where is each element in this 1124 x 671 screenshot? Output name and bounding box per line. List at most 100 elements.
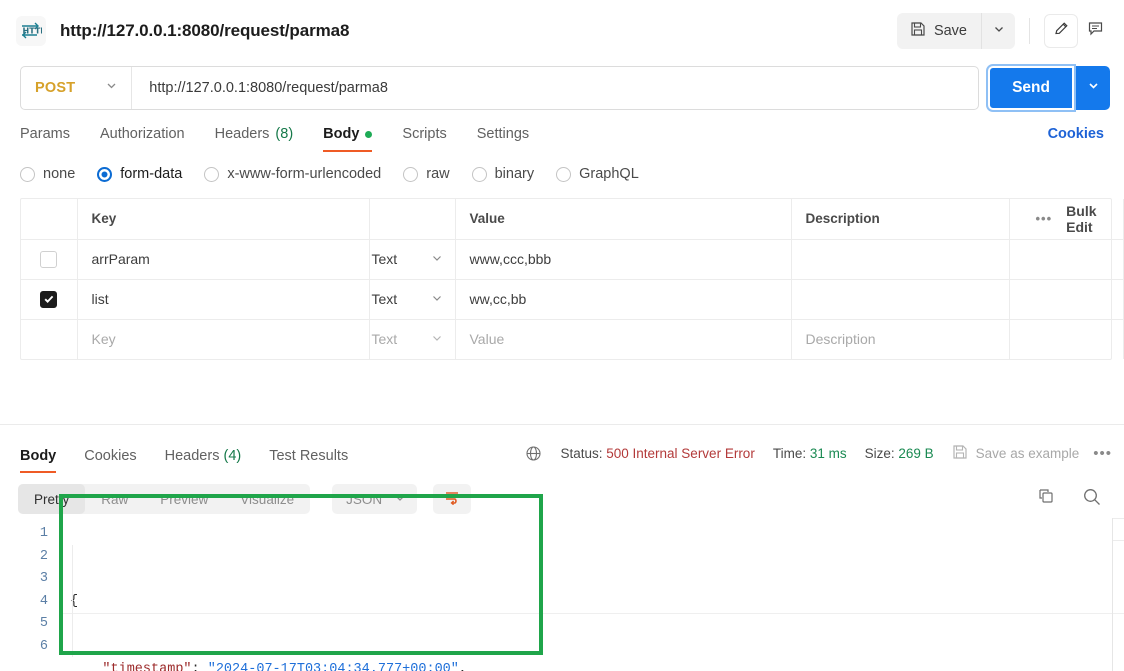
radio-raw[interactable]: raw: [403, 166, 450, 182]
comment-icon: [1087, 20, 1104, 42]
row-checkbox-cell[interactable]: [21, 279, 78, 320]
status-label: Status:: [560, 445, 603, 461]
response-tab-test-results[interactable]: Test Results: [269, 448, 348, 473]
svg-text:HTTP: HTTP: [23, 27, 43, 36]
response-tab-cookies[interactable]: Cookies: [84, 448, 136, 473]
radio-graphql-indicator: [556, 166, 572, 182]
tab-body[interactable]: Body: [323, 126, 373, 152]
response-tab-headers-label: Headers: [164, 448, 220, 464]
pencil-icon: [1053, 20, 1070, 42]
code-right-rule: [1112, 518, 1113, 671]
view-mode-pretty[interactable]: Pretty: [18, 484, 86, 514]
cookies-link[interactable]: Cookies: [1048, 126, 1104, 152]
chevron-down-icon: [431, 331, 443, 347]
table-row: list Text ww,cc,bb: [21, 279, 1124, 320]
search-icon[interactable]: [1082, 487, 1102, 512]
row-type-cell-arrparam[interactable]: Text: [369, 239, 456, 280]
code-line-1: {: [60, 591, 1124, 614]
response-more-ellipsis-icon[interactable]: •••: [1093, 445, 1112, 462]
line-number: 3: [39, 571, 48, 586]
row-type-select-list[interactable]: Text: [370, 291, 455, 307]
copy-icon[interactable]: [1037, 487, 1056, 511]
row-type-cell-list[interactable]: Text: [369, 279, 456, 320]
response-status: Status: 500 Internal Server Error: [560, 446, 754, 461]
save-button[interactable]: Save: [897, 13, 981, 49]
response-meta: Status: 500 Internal Server Error Time: …: [525, 444, 1112, 463]
line-number: 4: [39, 593, 48, 609]
size-value: 269 B: [898, 445, 934, 461]
radio-x-www-form-urlencoded[interactable]: x-www-form-urlencoded: [204, 166, 381, 182]
send-button-group: Send: [986, 64, 1110, 112]
row-key-arrparam[interactable]: arrParam: [77, 239, 370, 280]
row-checkbox-cell[interactable]: [21, 239, 78, 280]
view-mode-preview[interactable]: Preview: [144, 484, 224, 514]
radio-binary[interactable]: binary: [471, 166, 535, 182]
radio-binary-indicator: [471, 166, 487, 182]
ellipsis-icon[interactable]: •••: [1036, 211, 1053, 226]
row-checkbox-arrparam[interactable]: [40, 250, 58, 268]
http-method-select[interactable]: POST: [21, 67, 133, 109]
url-bar: POST http://127.0.0.1:8080/request/parma…: [0, 62, 1124, 114]
new-row-type-cell[interactable]: Text: [369, 319, 456, 359]
row-value-arrparam[interactable]: www,ccc,bbb: [455, 239, 792, 280]
row-actions-list: [1009, 279, 1124, 320]
chevron-down-icon: [394, 492, 406, 507]
response-tab-body[interactable]: Body: [20, 448, 57, 473]
save-as-example-button[interactable]: Save as example: [952, 444, 1079, 463]
response-tabs: Body Cookies Headers (4) Test Results: [10, 433, 376, 473]
code-content[interactable]: { "timestamp": "2024-07-17T03:04:34.777+…: [60, 518, 1124, 671]
row-checkbox-list[interactable]: [40, 290, 58, 308]
radio-none[interactable]: none: [20, 166, 75, 182]
view-mode-visualize[interactable]: Visualize: [224, 484, 310, 514]
form-data-table: Key Value Description ••• Bulk Edit arrP…: [20, 198, 1124, 360]
row-type-label: Text: [371, 251, 398, 267]
code-scroll-separator: [1112, 540, 1124, 541]
response-time: Time: 31 ms: [773, 446, 847, 461]
new-row-description-input[interactable]: Description: [791, 319, 1010, 359]
code-scroll-top-separator: [1112, 518, 1124, 519]
radio-none-label: none: [43, 166, 76, 182]
new-row-key-input[interactable]: Key: [77, 319, 370, 359]
header-key: Key: [77, 199, 370, 240]
view-mode-raw[interactable]: Raw: [85, 484, 144, 514]
tab-params[interactable]: Params: [20, 126, 70, 152]
tab-params-label: Params: [20, 126, 70, 142]
row-key-list[interactable]: list: [77, 279, 370, 320]
request-tabs: Params Authorization Headers (8) Body Sc…: [0, 114, 1124, 152]
edit-request-button[interactable]: [1044, 14, 1078, 48]
new-row-value-input[interactable]: Value: [455, 319, 792, 359]
tab-authorization[interactable]: Authorization: [100, 126, 185, 152]
row-description-arrparam[interactable]: [791, 239, 1010, 280]
row-description-list[interactable]: [791, 279, 1010, 320]
radio-binary-label: binary: [494, 166, 535, 182]
radio-x-www-form-urlencoded-label: x-www-form-urlencoded: [227, 166, 382, 182]
bulk-edit-label: Bulk Edit: [1066, 202, 1097, 235]
save-options-caret[interactable]: [981, 13, 1015, 49]
http-protocol-icon: HTTP: [16, 16, 46, 46]
word-wrap-toggle[interactable]: [433, 484, 472, 514]
new-row-type-select[interactable]: Text: [370, 331, 455, 347]
radio-form-data[interactable]: form-data: [97, 166, 182, 182]
radio-graphql[interactable]: GraphQL: [556, 166, 639, 182]
row-value-list[interactable]: ww,cc,bb: [455, 279, 792, 320]
response-format-select[interactable]: JSON: [332, 484, 418, 514]
tab-headers[interactable]: Headers (8): [215, 126, 294, 152]
response-tab-headers[interactable]: Headers (4): [165, 448, 242, 473]
panel-divider: [0, 424, 1124, 425]
response-body-code[interactable]: 1 2 3 4 5 6 { "timestamp": "2024-07-17T0…: [0, 518, 1124, 671]
new-row-actions: [1009, 319, 1124, 359]
tab-scripts[interactable]: Scripts: [402, 126, 446, 152]
response-tab-test-results-label: Test Results: [269, 448, 349, 464]
radio-raw-indicator: [403, 166, 419, 182]
comments-button[interactable]: [1078, 14, 1112, 48]
bulk-edit-button[interactable]: ••• Bulk Edit: [1024, 203, 1123, 235]
header-checkbox-cell: [21, 199, 78, 240]
send-options-caret[interactable]: [1076, 66, 1110, 110]
row-type-select-arrparam[interactable]: Text: [370, 251, 455, 267]
url-input[interactable]: http://127.0.0.1:8080/request/parma8: [132, 80, 978, 96]
table-header-row: Key Value Description ••• Bulk Edit: [21, 199, 1124, 240]
row-checkbox-cell-empty: [21, 319, 78, 359]
chevron-down-icon: [1087, 79, 1100, 97]
tab-settings[interactable]: Settings: [477, 126, 529, 152]
send-button[interactable]: Send: [986, 64, 1076, 112]
